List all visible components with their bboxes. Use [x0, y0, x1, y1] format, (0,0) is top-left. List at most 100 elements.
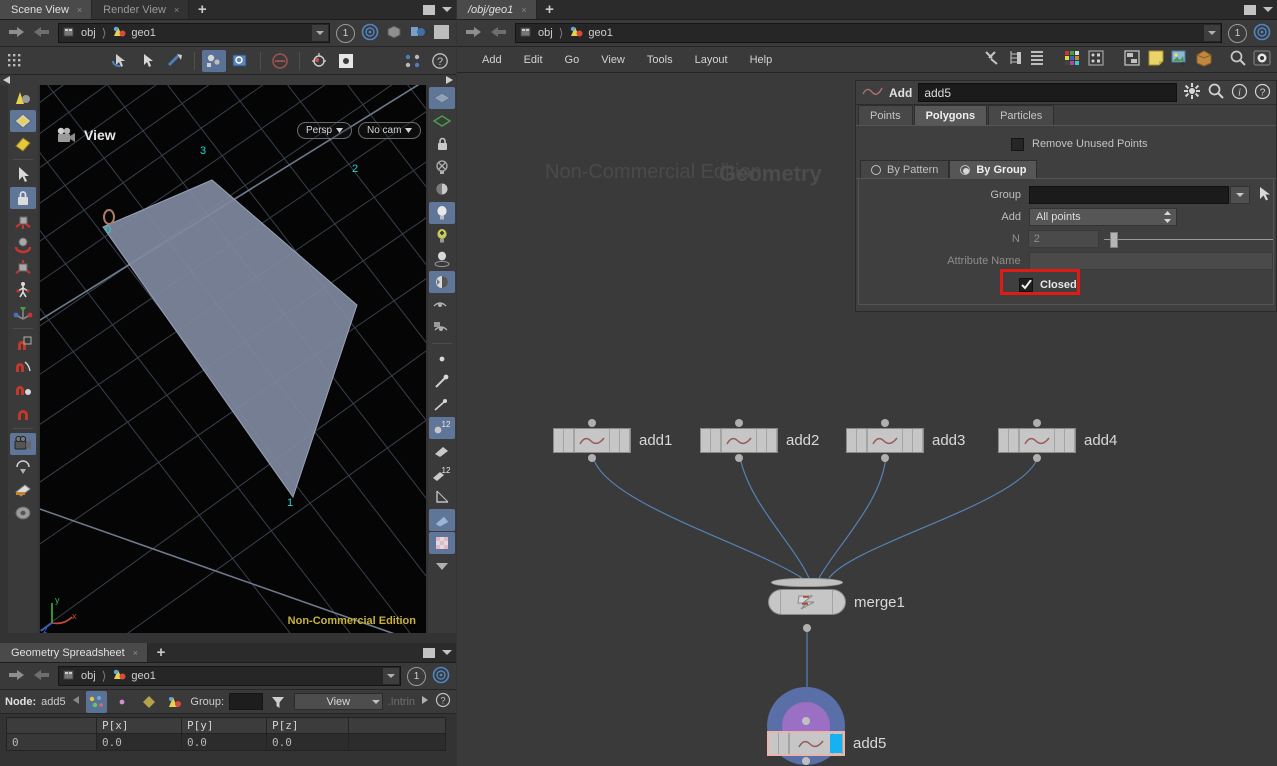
add-light-icon[interactable] [429, 225, 455, 247]
group-input[interactable] [229, 693, 263, 710]
measure-icon[interactable] [429, 486, 455, 508]
display-options-icon[interactable] [401, 50, 425, 72]
maximize-pane-icon[interactable] [1244, 4, 1256, 15]
menu-go[interactable]: Go [554, 47, 591, 73]
handle-tool-icon[interactable] [163, 50, 187, 72]
node-body[interactable] [998, 428, 1076, 453]
forward-button[interactable] [32, 667, 52, 685]
close-icon[interactable]: × [174, 5, 179, 15]
show-all-geometry-icon[interactable] [429, 294, 455, 316]
column-px[interactable]: P[x] [96, 717, 182, 734]
tools-wrench-icon[interactable] [983, 49, 1001, 70]
uv-display-icon[interactable] [429, 509, 455, 531]
pointer-tool-icon[interactable] [10, 164, 36, 186]
lock-display-icon[interactable] [429, 133, 455, 155]
column-extra[interactable] [348, 717, 446, 734]
skeleton-tool-icon[interactable] [10, 279, 36, 301]
node-input-port[interactable] [881, 419, 889, 427]
merge-multi-input-bar[interactable] [771, 578, 843, 587]
scene-lights-icon[interactable] [429, 202, 455, 224]
target-icon[interactable] [1253, 23, 1271, 44]
node-add3[interactable]: add3 [846, 419, 965, 462]
object-mode-icon[interactable] [10, 87, 36, 109]
breadcrumb-geo1[interactable]: geo1 [131, 27, 155, 39]
primitive-display-icon[interactable] [429, 440, 455, 462]
flipbook-icon[interactable] [10, 479, 36, 501]
geosheet-path-field[interactable]: obj ⟩ geo1 [58, 666, 401, 686]
primitive-numbers-icon[interactable]: 12 [429, 463, 455, 485]
node-name-input[interactable]: add5 [918, 83, 1177, 102]
axis-handle-icon[interactable] [10, 302, 36, 324]
pane-menu-icon[interactable] [1263, 7, 1273, 12]
close-icon[interactable]: × [133, 648, 138, 658]
point-numbers-icon[interactable]: 12 [429, 417, 455, 439]
no-entry-icon[interactable] [268, 50, 292, 72]
group-input[interactable] [1029, 186, 1250, 204]
pane-menu-icon[interactable] [442, 650, 452, 655]
add-tab-button[interactable]: + [189, 0, 216, 19]
node-value[interactable]: add5 [41, 696, 65, 708]
light-tool-icon[interactable] [307, 50, 331, 72]
more-tools-icon[interactable] [429, 555, 455, 577]
filter-icon[interactable] [268, 691, 289, 713]
column-pz[interactable]: P[z] [266, 717, 349, 734]
menu-tools[interactable]: Tools [636, 47, 684, 73]
column-index[interactable] [6, 717, 97, 734]
tab-points[interactable]: Points [858, 105, 913, 125]
rotate-tool-icon[interactable] [10, 233, 36, 255]
n-input[interactable]: 2 [1027, 230, 1100, 248]
intrinsics-label[interactable]: .Intrin [388, 696, 416, 708]
frame-number[interactable]: 1 [336, 23, 355, 43]
snap-magnet-icon[interactable] [10, 402, 36, 424]
chevron-down-icon[interactable] [1230, 186, 1250, 204]
node-input-port[interactable] [1033, 419, 1041, 427]
menu-layout[interactable]: Layout [684, 47, 739, 73]
collapse-left-icon[interactable] [71, 695, 81, 708]
eye-display-icon[interactable] [1253, 49, 1271, 70]
forward-button[interactable] [32, 24, 52, 42]
column-py[interactable]: P[y] [181, 717, 267, 734]
color-palette-icon[interactable] [1063, 49, 1081, 70]
view-select[interactable]: View [294, 693, 383, 710]
show-selected-geometry-icon[interactable] [429, 317, 455, 339]
node-add2[interactable]: add2 [700, 419, 819, 462]
view-tool-icon[interactable] [202, 49, 226, 72]
wireframe-icon[interactable] [429, 110, 455, 132]
node-body[interactable] [768, 589, 846, 615]
node-body[interactable] [767, 731, 845, 756]
group-picker-icon[interactable] [1259, 186, 1272, 204]
frame-number[interactable]: 1 [407, 666, 426, 686]
mode-by-group[interactable]: By Group [949, 160, 1038, 178]
target-icon[interactable] [432, 666, 450, 687]
tab-obj-geo1[interactable]: /obj/geo1 × [457, 0, 537, 19]
help-icon[interactable]: ? [435, 692, 451, 711]
spinner-icon[interactable] [1161, 210, 1173, 224]
menu-edit[interactable]: Edit [513, 47, 554, 73]
tab-polygons[interactable]: Polygons [913, 105, 988, 125]
node-input-port[interactable] [588, 419, 596, 427]
menu-add[interactable]: Add [471, 47, 513, 73]
node-output-port[interactable] [802, 757, 810, 765]
light-with-shadow-icon[interactable] [429, 248, 455, 270]
grid-snap-icon[interactable] [4, 50, 28, 72]
snap-to-point-icon[interactable] [10, 379, 36, 401]
list-view-icon[interactable] [1029, 49, 1045, 70]
menu-view[interactable]: View [590, 47, 636, 73]
menu-help[interactable]: Help [739, 47, 784, 73]
display-flag[interactable] [830, 734, 842, 753]
search-icon[interactable] [1207, 82, 1225, 103]
maximize-pane-icon[interactable] [423, 4, 435, 15]
shape-palette-icon[interactable] [1087, 49, 1105, 70]
add-image-icon[interactable] [1171, 49, 1189, 70]
breadcrumb-geo1[interactable]: geo1 [131, 670, 155, 682]
camera-icon[interactable] [10, 433, 36, 455]
close-icon[interactable]: × [521, 5, 526, 15]
display-shading-icon[interactable] [429, 87, 455, 109]
frame-number[interactable]: 1 [1228, 23, 1247, 43]
node-input-port[interactable] [735, 419, 743, 427]
render-icon[interactable] [409, 24, 427, 43]
help-icon[interactable]: ? [428, 50, 452, 72]
viewport-layout-icon[interactable] [433, 24, 450, 43]
node-output-port[interactable] [881, 454, 889, 462]
viewport-camera-dropdown[interactable]: No cam [358, 122, 422, 139]
